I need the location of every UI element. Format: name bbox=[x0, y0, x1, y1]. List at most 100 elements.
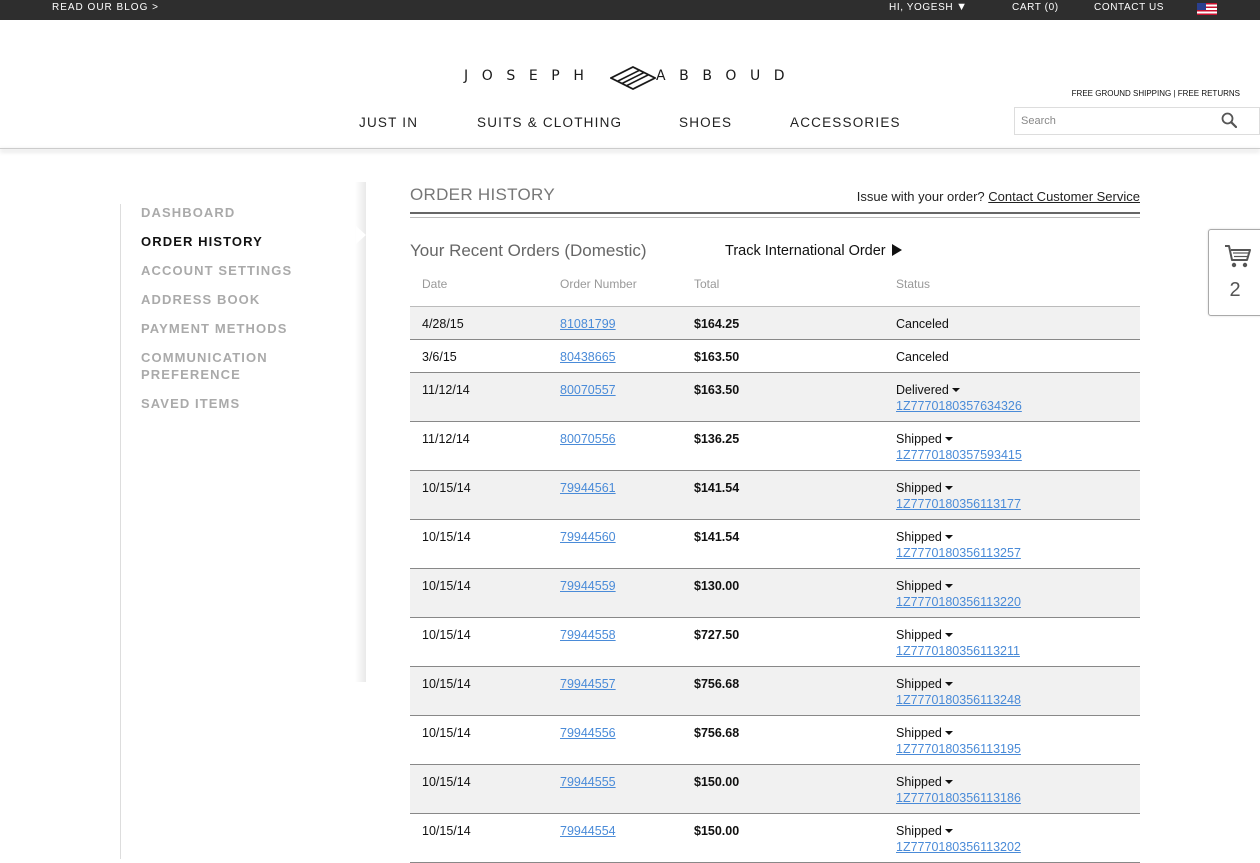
sidebar-item-saved-items[interactable]: SAVED ITEMS bbox=[141, 395, 240, 412]
order-date: 3/6/15 bbox=[422, 350, 457, 364]
search-input[interactable] bbox=[1021, 113, 1211, 129]
caret-down-icon bbox=[951, 388, 960, 392]
logo-diamond-icon bbox=[610, 66, 656, 90]
contact-customer-service-link[interactable]: Contact Customer Service bbox=[988, 189, 1140, 204]
column-header-status: Status bbox=[896, 277, 931, 291]
sidebar-item-dashboard[interactable]: DASHBOARD bbox=[141, 204, 235, 221]
user-greeting: HI, YOGESH bbox=[889, 2, 954, 13]
order-number-link[interactable]: 79944558 bbox=[560, 627, 616, 643]
order-number-link[interactable]: 79944555 bbox=[560, 774, 616, 790]
order-date: 10/15/14 bbox=[422, 530, 471, 544]
caret-down-icon bbox=[944, 437, 953, 441]
brand-logo[interactable]: JOSEPH ABBOUD bbox=[464, 66, 794, 90]
order-status: Shipped bbox=[896, 775, 942, 789]
tracking-number-link[interactable]: 1Z7770180356113186 bbox=[896, 790, 1021, 806]
tracking-number-link[interactable]: 1Z7770180356113248 bbox=[896, 692, 1021, 708]
nav-accessories[interactable]: ACCESSORIES bbox=[790, 115, 901, 130]
order-date: 11/12/14 bbox=[422, 383, 470, 397]
caret-down-icon bbox=[944, 535, 953, 539]
mini-cart-widget[interactable]: 2 bbox=[1208, 229, 1260, 316]
order-issue-note: Issue with your order? Contact Customer … bbox=[857, 189, 1140, 204]
order-number-link[interactable]: 79944557 bbox=[560, 676, 616, 692]
order-date: 10/15/14 bbox=[422, 481, 471, 495]
user-menu[interactable]: HI, YOGESH ▼ bbox=[889, 0, 968, 15]
order-date: 10/15/14 bbox=[422, 579, 471, 593]
order-status-dropdown[interactable]: Shipped bbox=[896, 529, 953, 545]
order-date: 10/15/14 bbox=[422, 824, 471, 838]
caret-down-icon bbox=[944, 486, 953, 490]
order-status-dropdown[interactable]: Shipped bbox=[896, 823, 953, 839]
tracking-number-link[interactable]: 1Z7770180356113195 bbox=[896, 741, 1021, 757]
issue-text: Issue with your order? bbox=[856, 189, 985, 204]
order-status-dropdown[interactable]: Shipped bbox=[896, 774, 953, 790]
top-utility-bar: READ OUR BLOG > HI, YOGESH ▼ CART (0) CON… bbox=[0, 0, 1260, 20]
order-status-dropdown[interactable]: Shipped bbox=[896, 627, 953, 643]
orders-table: 4/28/15 81081799 $164.25 Canceled 3/6/15… bbox=[410, 307, 1140, 863]
page-title: ORDER HISTORY bbox=[410, 185, 555, 204]
order-number-link[interactable]: 81081799 bbox=[560, 316, 616, 332]
order-total: $130.00 bbox=[694, 579, 740, 593]
order-number-link[interactable]: 79944560 bbox=[560, 529, 616, 545]
order-total: $756.68 bbox=[694, 677, 740, 691]
sidebar-item-order-history[interactable]: ORDER HISTORY bbox=[141, 233, 263, 250]
table-row: 10/15/14 79944555 $150.00 Shipped 1Z7770… bbox=[410, 765, 1140, 814]
cart-icon bbox=[1225, 245, 1251, 268]
tracking-number-link[interactable]: 1Z7770180356113202 bbox=[896, 839, 1021, 855]
order-status-dropdown[interactable]: Shipped bbox=[896, 431, 953, 447]
order-number-link[interactable]: 79944554 bbox=[560, 823, 616, 839]
caret-down-icon bbox=[944, 584, 953, 588]
order-total: $163.50 bbox=[694, 383, 740, 397]
track-international-order-link[interactable]: Track International Order bbox=[725, 243, 902, 259]
order-total: $164.25 bbox=[694, 317, 740, 331]
tracking-number-link[interactable]: 1Z7770180356113257 bbox=[896, 545, 1021, 561]
order-number-link[interactable]: 79944561 bbox=[560, 480, 616, 496]
order-number-link[interactable]: 80438665 bbox=[560, 349, 616, 365]
order-number-link[interactable]: 80070556 bbox=[560, 431, 616, 447]
contact-us-link[interactable]: CONTACT US bbox=[1094, 0, 1164, 15]
cart-link[interactable]: CART (0) bbox=[1012, 0, 1059, 15]
order-status: Shipped bbox=[896, 432, 942, 446]
table-row: 10/15/14 79944554 $150.00 Shipped 1Z7770… bbox=[410, 814, 1140, 863]
tracking-number-link[interactable]: 1Z7770180356113177 bbox=[896, 496, 1021, 512]
sidebar-active-pointer bbox=[356, 226, 366, 244]
nav-shoes[interactable]: SHOES bbox=[679, 115, 732, 130]
search-icon[interactable] bbox=[1221, 112, 1237, 128]
nav-suits-clothing[interactable]: SUITS & CLOTHING bbox=[477, 115, 622, 130]
order-number-link[interactable]: 80070557 bbox=[560, 382, 616, 398]
sidebar-item-communication-preference[interactable]: COMMUNICATION PREFERENCE bbox=[141, 349, 331, 383]
caret-down-icon: ▼ bbox=[956, 1, 968, 13]
caret-down-icon bbox=[944, 633, 953, 637]
caret-down-icon bbox=[944, 829, 953, 833]
table-row: 11/12/14 80070557 $163.50 Delivered 1Z77… bbox=[410, 373, 1140, 422]
table-row: 3/6/15 80438665 $163.50 Canceled bbox=[410, 340, 1140, 373]
order-total: $150.00 bbox=[694, 775, 740, 789]
tracking-number-link[interactable]: 1Z7770180357634326 bbox=[896, 398, 1022, 414]
order-total: $136.25 bbox=[694, 432, 740, 446]
caret-down-icon bbox=[944, 780, 953, 784]
order-status-dropdown[interactable]: Shipped bbox=[896, 676, 953, 692]
order-status: Shipped bbox=[896, 481, 942, 495]
column-header-order-number: Order Number bbox=[560, 277, 637, 291]
shipping-note: FREE GROUND SHIPPING | FREE RETURNS bbox=[1071, 89, 1240, 98]
order-total: $141.54 bbox=[694, 481, 740, 495]
sidebar-item-payment-methods[interactable]: PAYMENT METHODS bbox=[141, 320, 288, 337]
logo-text-right: ABBOUD bbox=[656, 68, 799, 84]
order-status-dropdown[interactable]: Delivered bbox=[896, 382, 960, 398]
order-status: Shipped bbox=[896, 824, 942, 838]
tracking-number-link[interactable]: 1Z7770180356113211 bbox=[896, 643, 1020, 659]
tracking-number-link[interactable]: 1Z7770180357593415 bbox=[896, 447, 1022, 463]
order-number-link[interactable]: 79944559 bbox=[560, 578, 616, 594]
sidebar-item-address-book[interactable]: ADDRESS BOOK bbox=[141, 291, 260, 308]
order-status-dropdown[interactable]: Shipped bbox=[896, 725, 953, 741]
order-status-dropdown[interactable]: Shipped bbox=[896, 480, 953, 496]
order-status-dropdown[interactable]: Shipped bbox=[896, 578, 953, 594]
nav-just-in[interactable]: JUST IN bbox=[359, 115, 418, 130]
sidebar-item-account-settings[interactable]: ACCOUNT SETTINGS bbox=[141, 262, 292, 279]
order-date: 11/12/14 bbox=[422, 432, 470, 446]
tracking-number-link[interactable]: 1Z7770180356113220 bbox=[896, 594, 1021, 610]
us-flag-icon[interactable] bbox=[1197, 3, 1217, 15]
read-blog-link[interactable]: READ OUR BLOG > bbox=[52, 0, 159, 15]
column-header-total: Total bbox=[694, 277, 720, 291]
order-status: Shipped bbox=[896, 530, 942, 544]
order-number-link[interactable]: 79944556 bbox=[560, 725, 616, 741]
